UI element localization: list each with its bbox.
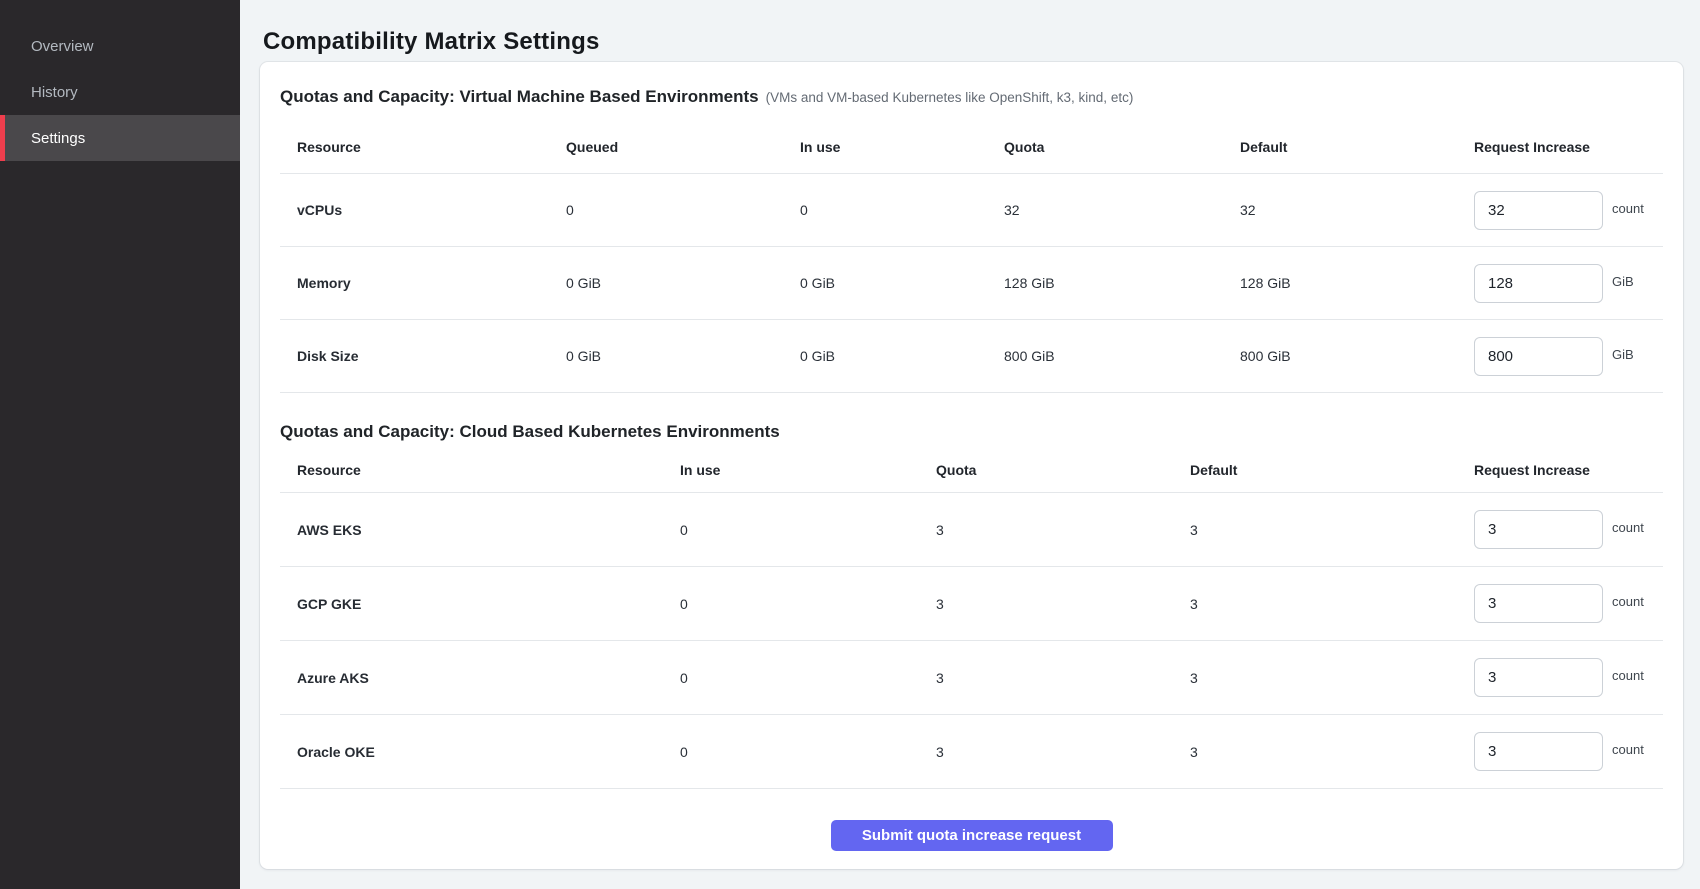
resource-label: Memory <box>280 275 566 291</box>
unit-label: count <box>1612 201 1644 216</box>
sidebar-item-overview[interactable]: Overview <box>0 23 240 69</box>
vcpus-request-input[interactable] <box>1474 191 1603 230</box>
in-use-value: 0 GiB <box>800 275 1004 291</box>
page-title: Compatibility Matrix Settings <box>260 26 1683 58</box>
queued-value: 0 <box>566 202 800 218</box>
in-use-value: 0 <box>680 670 936 686</box>
resource-label: Azure AKS <box>280 670 680 686</box>
col-header-quota: Quota <box>936 462 1190 478</box>
vm-table-header: Resource Queued In use Quota Default Req… <box>280 109 1663 174</box>
cloud-table-header: Resource In use Quota Default Request In… <box>280 443 1663 493</box>
col-header-in-use: In use <box>800 139 1004 155</box>
queued-value: 0 GiB <box>566 348 800 364</box>
quota-value: 128 GiB <box>1004 275 1240 291</box>
col-header-queued: Queued <box>566 139 800 155</box>
resource-label: AWS EKS <box>280 522 680 538</box>
quota-settings-card: Quotas and Capacity: Virtual Machine Bas… <box>260 62 1683 869</box>
default-value: 800 GiB <box>1240 348 1474 364</box>
unit-label: GiB <box>1612 347 1634 362</box>
quota-value: 3 <box>936 596 1190 612</box>
submit-quota-increase-button[interactable]: Submit quota increase request <box>831 820 1113 851</box>
col-header-request-increase: Request Increase <box>1474 462 1663 478</box>
unit-label: count <box>1612 594 1644 609</box>
sidebar-item-history[interactable]: History <box>0 69 240 115</box>
quota-value: 32 <box>1004 202 1240 218</box>
table-row-oracle-oke: Oracle OKE 0 3 3 count <box>280 715 1663 789</box>
table-row-memory: Memory 0 GiB 0 GiB 128 GiB 128 GiB GiB <box>280 247 1663 320</box>
default-value: 32 <box>1240 202 1474 218</box>
table-row-aws-eks: AWS EKS 0 3 3 count <box>280 493 1663 567</box>
azure-aks-request-input[interactable] <box>1474 658 1603 697</box>
col-header-resource: Resource <box>280 462 680 478</box>
default-value: 3 <box>1190 596 1474 612</box>
default-value: 3 <box>1190 522 1474 538</box>
section-subtitle: (VMs and VM-based Kubernetes like OpenSh… <box>766 90 1134 105</box>
table-row-vcpus: vCPUs 0 0 32 32 count <box>280 174 1663 247</box>
section-title-cloud-kubernetes: Quotas and Capacity: Cloud Based Kuberne… <box>280 393 1663 443</box>
col-header-quota: Quota <box>1004 139 1240 155</box>
in-use-value: 0 <box>800 202 1004 218</box>
table-row-azure-aks: Azure AKS 0 3 3 count <box>280 641 1663 715</box>
col-header-default: Default <box>1190 462 1474 478</box>
default-value: 3 <box>1190 670 1474 686</box>
main-content: Compatibility Matrix Settings Quotas and… <box>240 0 1700 869</box>
oracle-oke-request-input[interactable] <box>1474 732 1603 771</box>
in-use-value: 0 GiB <box>800 348 1004 364</box>
card-footer: Submit quota increase request <box>280 789 1663 870</box>
in-use-value: 0 <box>680 596 936 612</box>
sidebar-item-label: History <box>31 84 78 101</box>
unit-label: count <box>1612 520 1644 535</box>
resource-label: vCPUs <box>280 202 566 218</box>
sidebar-item-label: Settings <box>31 130 85 147</box>
unit-label: GiB <box>1612 274 1634 289</box>
section-title-vm-environments: Quotas and Capacity: Virtual Machine Bas… <box>280 62 1663 109</box>
resource-label: Oracle OKE <box>280 744 680 760</box>
col-header-default: Default <box>1240 139 1474 155</box>
memory-request-input[interactable] <box>1474 264 1603 303</box>
table-row-gcp-gke: GCP GKE 0 3 3 count <box>280 567 1663 641</box>
in-use-value: 0 <box>680 522 936 538</box>
aws-eks-request-input[interactable] <box>1474 510 1603 549</box>
quota-value: 3 <box>936 670 1190 686</box>
queued-value: 0 GiB <box>566 275 800 291</box>
table-row-disk-size: Disk Size 0 GiB 0 GiB 800 GiB 800 GiB Gi… <box>280 320 1663 393</box>
disk-size-request-input[interactable] <box>1474 337 1603 376</box>
in-use-value: 0 <box>680 744 936 760</box>
quota-value: 3 <box>936 744 1190 760</box>
resource-label: Disk Size <box>280 348 566 364</box>
sidebar-item-settings[interactable]: Settings <box>0 115 240 161</box>
resource-label: GCP GKE <box>280 596 680 612</box>
gcp-gke-request-input[interactable] <box>1474 584 1603 623</box>
section-title-text: Quotas and Capacity: Cloud Based Kuberne… <box>280 422 780 441</box>
col-header-request-increase: Request Increase <box>1474 139 1663 155</box>
sidebar-item-label: Overview <box>31 38 94 55</box>
unit-label: count <box>1612 668 1644 683</box>
col-header-in-use: In use <box>680 462 936 478</box>
unit-label: count <box>1612 742 1644 757</box>
section-title-text: Quotas and Capacity: Virtual Machine Bas… <box>280 87 759 106</box>
default-value: 128 GiB <box>1240 275 1474 291</box>
default-value: 3 <box>1190 744 1474 760</box>
col-header-resource: Resource <box>280 139 566 155</box>
sidebar: Overview History Settings <box>0 0 240 889</box>
quota-value: 800 GiB <box>1004 348 1240 364</box>
quota-value: 3 <box>936 522 1190 538</box>
